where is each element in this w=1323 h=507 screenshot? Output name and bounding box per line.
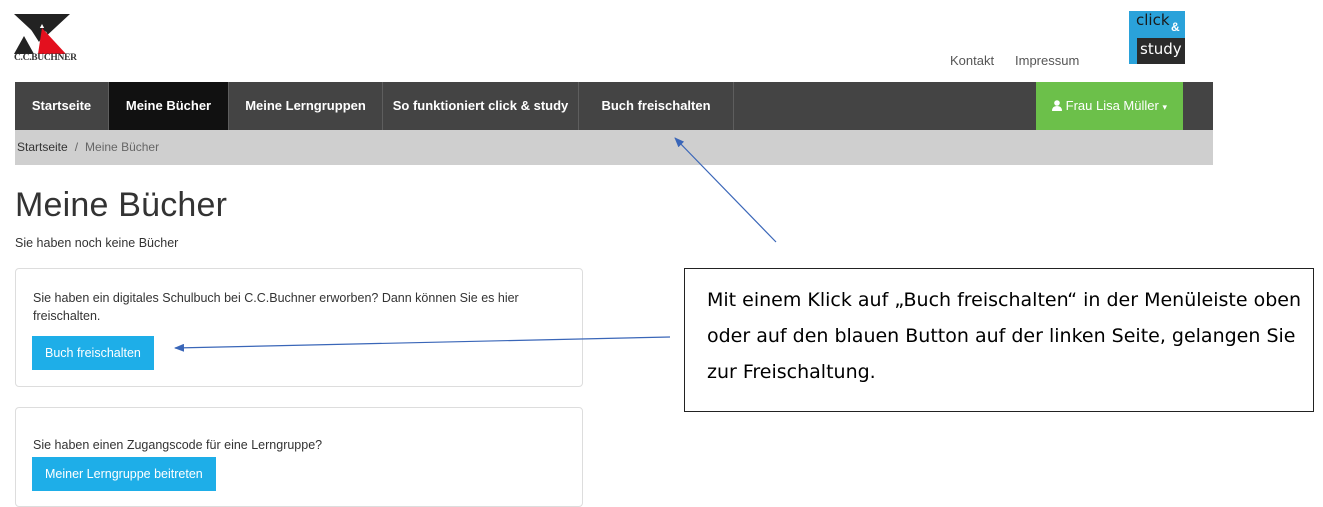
click-and-study-logo[interactable]: click & study <box>1129 11 1185 64</box>
page-title: Meine Bücher <box>15 186 228 224</box>
logo-study-box: study <box>1137 38 1185 64</box>
nav-startseite[interactable]: Startseite <box>15 82 109 130</box>
unlock-book-panel: Sie haben ein digitales Schulbuch bei C.… <box>15 268 583 387</box>
user-icon <box>1052 100 1062 111</box>
logo-amp-text: & <box>1171 20 1180 34</box>
logo-study-text: study <box>1140 40 1182 58</box>
unlock-book-button[interactable]: Buch freischalten <box>32 336 154 370</box>
user-menu[interactable]: Frau Lisa Müller ▾ <box>1036 82 1183 130</box>
annotation-text: Mit einem Klick auf „Buch freischalten“ … <box>707 289 1302 383</box>
breadcrumb: Startseite / Meine Bücher <box>15 130 1213 165</box>
nav-buch-freischalten[interactable]: Buch freischalten <box>579 82 734 130</box>
logo-click-text: click <box>1136 11 1170 29</box>
nav-meine-lerngruppen[interactable]: Meine Lerngruppen <box>229 82 383 130</box>
join-group-text: Sie haben einen Zugangscode für eine Ler… <box>33 438 323 452</box>
ccbuchner-logo-text: C.C.BUCHNER <box>14 53 77 63</box>
user-name: Frau Lisa Müller <box>1065 98 1159 113</box>
ccbuchner-logo-mark <box>14 14 70 54</box>
join-group-button[interactable]: Meiner Lerngruppe beitreten <box>32 457 216 491</box>
unlock-book-text: Sie haben ein digitales Schulbuch bei C.… <box>33 291 519 323</box>
nav-meine-buecher[interactable]: Meine Bücher <box>109 82 229 130</box>
page-subtitle: Sie haben noch keine Bücher <box>15 236 179 250</box>
ccbuchner-logo[interactable]: C.C.BUCHNER <box>14 14 77 64</box>
breadcrumb-current: Meine Bücher <box>85 140 160 154</box>
main-navbar: Startseite Meine Bücher Meine Lerngruppe… <box>15 82 1213 130</box>
chevron-down-icon: ▾ <box>1162 102 1167 112</box>
kontakt-link[interactable]: Kontakt <box>950 53 994 68</box>
impressum-link[interactable]: Impressum <box>1015 53 1079 68</box>
breadcrumb-separator: / <box>74 140 79 154</box>
nav-so-funktioniert[interactable]: So funktioniert click & study <box>383 82 579 130</box>
breadcrumb-home-link[interactable]: Startseite <box>17 140 68 154</box>
join-group-panel: Sie haben einen Zugangscode für eine Ler… <box>15 407 583 507</box>
annotation-callout: Mit einem Klick auf „Buch freischalten“ … <box>684 268 1314 412</box>
